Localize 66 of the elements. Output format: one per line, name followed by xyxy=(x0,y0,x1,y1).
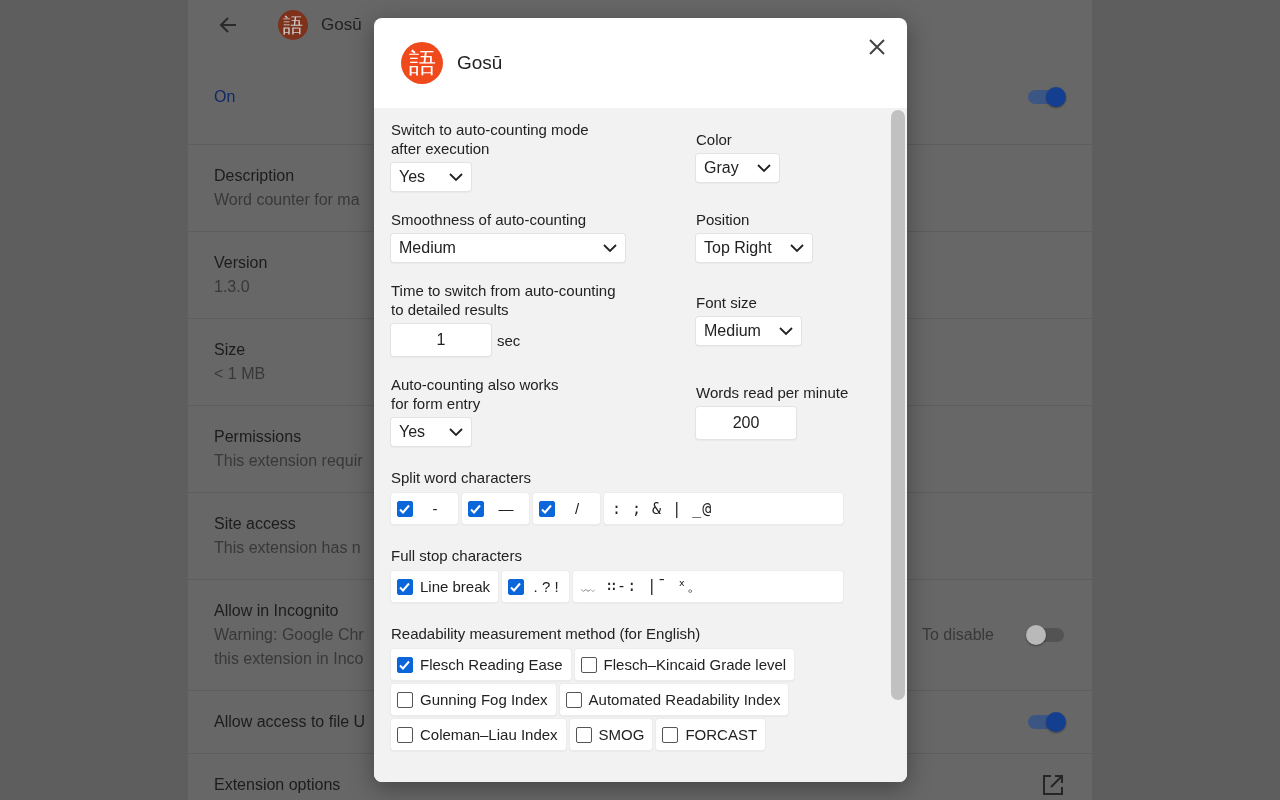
toggle-switch[interactable] xyxy=(1028,90,1064,104)
setting-title: Description xyxy=(214,166,295,186)
checkbox[interactable] xyxy=(565,691,582,708)
page-title: Gosū xyxy=(321,15,362,35)
section-label: Full stop characters xyxy=(391,546,523,565)
checkbox[interactable] xyxy=(662,726,679,743)
checkbox[interactable] xyxy=(539,500,555,517)
checkbox-option[interactable]: — xyxy=(462,493,529,524)
dropdown[interactable]: Yes xyxy=(391,418,471,446)
setting-title: Allow in Incognito xyxy=(214,601,339,621)
checkbox-option[interactable]: Flesch Reading Ease xyxy=(391,649,571,680)
open-external-icon[interactable] xyxy=(1042,774,1064,796)
checkbox[interactable] xyxy=(508,578,525,595)
dropdown[interactable]: Top Right xyxy=(696,234,812,262)
dialog-title: Gosū xyxy=(457,52,504,74)
dropdown[interactable]: Gray xyxy=(696,153,779,182)
setting-label: Position xyxy=(696,210,750,229)
setting-label: Smoothness of auto-counting xyxy=(391,210,587,229)
setting-title: Size xyxy=(214,340,246,360)
checkbox[interactable] xyxy=(580,656,597,673)
checkbox-option[interactable]: Line break xyxy=(391,571,499,602)
checkbox[interactable] xyxy=(468,500,484,517)
checkbox[interactable] xyxy=(397,726,413,743)
section-label: Split word characters xyxy=(391,468,533,487)
checkbox[interactable] xyxy=(397,500,413,517)
setting-title: Allow access to file U xyxy=(214,712,366,732)
checkbox[interactable] xyxy=(397,578,413,595)
checkbox[interactable] xyxy=(397,656,413,673)
app-logo: 語 xyxy=(278,10,308,40)
text-input[interactable]: ﹏ ∷-: |¯ ˣ。 xyxy=(573,571,843,602)
checkbox[interactable] xyxy=(397,691,413,708)
checkbox-option[interactable]: . ? ! xyxy=(502,571,570,602)
checkbox-option[interactable]: SMOG xyxy=(569,719,653,750)
setting-label: Color xyxy=(696,129,732,149)
number-input[interactable]: 1 xyxy=(391,324,491,356)
setting-title: Site access xyxy=(214,514,296,534)
setting-label: Auto-counting also works for form entry xyxy=(391,375,559,413)
checkbox-option[interactable]: Flesch–Kincaid Grade level xyxy=(574,649,795,680)
close-button[interactable] xyxy=(867,37,887,57)
section-label: Readability measurement method (for English) xyxy=(391,624,702,643)
setting-label: Font size xyxy=(696,292,757,312)
setting-title: Version xyxy=(214,253,268,273)
scrollbar[interactable] xyxy=(891,110,905,700)
toggle-switch[interactable] xyxy=(1028,628,1064,642)
checkbox-option[interactable]: / xyxy=(533,493,600,524)
status-label: On xyxy=(214,87,236,107)
back-arrow-icon[interactable] xyxy=(218,15,238,35)
text-input[interactable]: : ; & | _@ xyxy=(604,493,843,524)
checkbox-option[interactable]: FORCAST xyxy=(656,719,766,750)
setting-label: Words read per minute xyxy=(696,382,849,402)
setting-title: Extension options xyxy=(214,775,341,795)
checkbox[interactable] xyxy=(575,726,592,743)
checkbox-option[interactable]: Gunning Fog Index xyxy=(391,684,556,715)
checkbox-option[interactable]: - xyxy=(391,493,458,524)
dropdown[interactable]: Medium xyxy=(391,234,625,262)
unit-label: sec xyxy=(497,331,521,349)
checkbox-option[interactable]: Automated Readability Index xyxy=(559,684,789,715)
toggle-switch[interactable] xyxy=(1028,715,1064,729)
setting-label: Switch to auto-counting mode after execution xyxy=(391,120,589,158)
dropdown[interactable]: Yes xyxy=(391,163,471,191)
app-logo: 語 xyxy=(401,42,443,84)
number-input[interactable]: 200 xyxy=(696,406,796,439)
setting-title: Permissions xyxy=(214,427,302,447)
dropdown[interactable]: Medium xyxy=(696,316,801,345)
setting-label: Time to switch from auto-counting to detailed results xyxy=(391,281,616,319)
checkbox-option[interactable]: Coleman–Liau Index xyxy=(391,719,566,750)
